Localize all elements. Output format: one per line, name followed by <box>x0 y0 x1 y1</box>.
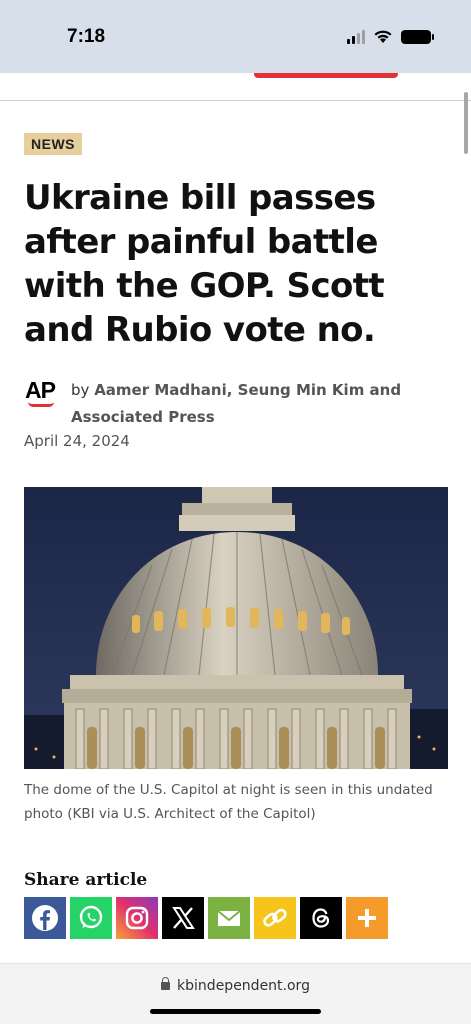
facebook-icon <box>32 905 58 931</box>
url-display[interactable]: kbindependent.org <box>0 977 471 994</box>
x-icon <box>172 907 195 929</box>
article-headline: Ukraine bill passes after painful battle… <box>24 178 385 350</box>
source-logo: AP <box>25 378 59 414</box>
share-copy-link-button[interactable] <box>254 897 296 939</box>
share-instagram-button[interactable] <box>116 897 158 939</box>
url-text: kbindependent.org <box>177 978 310 994</box>
plus-icon <box>358 909 376 927</box>
share-more-button[interactable] <box>346 897 388 939</box>
share-whatsapp-button[interactable] <box>70 897 112 939</box>
browser-address-bar[interactable]: kbindependent.org <box>0 963 471 1024</box>
source-logo-text: AP <box>25 377 56 403</box>
site-header <box>0 73 471 101</box>
battery-icon <box>401 29 434 44</box>
byline: by Aamer Madhani, Seung Min Kim and Asso… <box>71 377 431 431</box>
cellular-signal-icon <box>347 29 365 44</box>
link-icon <box>263 908 287 927</box>
capitol-dome-illustration <box>24 487 448 769</box>
header-accent-bar <box>254 73 398 78</box>
email-icon <box>217 910 241 926</box>
whatsapp-icon <box>79 905 103 929</box>
byline-authors[interactable]: Aamer Madhani, Seung Min Kim and Associa… <box>71 381 401 426</box>
share-threads-button[interactable] <box>300 897 342 939</box>
share-email-button[interactable] <box>208 897 250 939</box>
status-time: 7:18 <box>67 26 106 47</box>
status-icons <box>347 29 434 44</box>
share-x-button[interactable] <box>162 897 204 939</box>
share-title: Share article <box>24 870 148 890</box>
article-image[interactable] <box>24 487 448 769</box>
share-facebook-button[interactable] <box>24 897 66 939</box>
instagram-icon <box>125 906 149 930</box>
category-badge[interactable]: NEWS <box>24 133 82 155</box>
scrollbar[interactable] <box>464 92 468 154</box>
publish-date: April 24, 2024 <box>24 432 130 450</box>
wifi-icon <box>374 30 392 43</box>
status-bar: 7:18 <box>0 0 471 73</box>
threads-icon <box>312 908 330 928</box>
lock-icon <box>161 977 171 990</box>
share-buttons <box>24 897 388 939</box>
home-indicator[interactable] <box>150 1009 321 1014</box>
image-caption: The dome of the U.S. Capitol at night is… <box>24 782 433 822</box>
byline-prefix: by <box>71 381 90 399</box>
